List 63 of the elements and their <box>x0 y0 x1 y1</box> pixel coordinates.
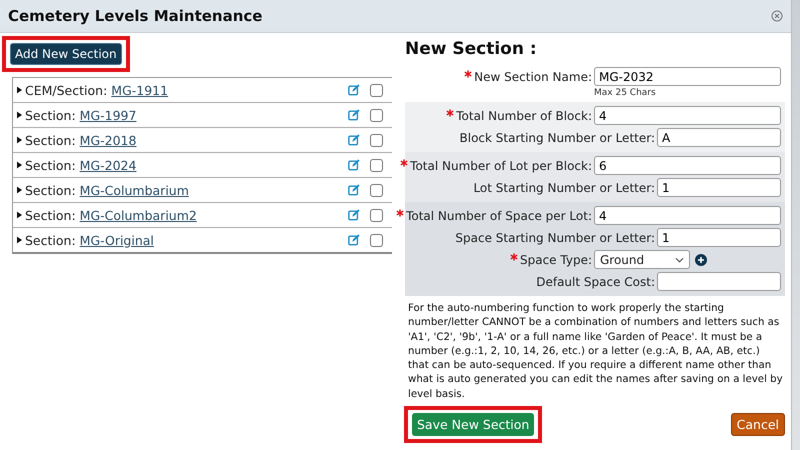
input-field[interactable]: A <box>657 128 781 147</box>
section-label: Section: <box>25 158 76 172</box>
checkbox[interactable] <box>370 84 383 96</box>
input-field[interactable]: 1 <box>657 228 781 247</box>
expand-icon[interactable] <box>17 111 22 119</box>
input-field[interactable]: MG-2032 <box>594 67 781 86</box>
add-icon[interactable] <box>695 254 707 266</box>
checkbox[interactable] <box>370 234 383 246</box>
field-label: Default Space Cost: <box>536 275 655 289</box>
input-field[interactable] <box>657 272 781 291</box>
section-link[interactable]: MG-1911 <box>111 82 168 98</box>
field-label: Total Number of Block: <box>456 109 592 123</box>
section-label: Section: <box>25 132 76 148</box>
edit-icon[interactable] <box>348 234 360 246</box>
input-field[interactable]: 4 <box>594 206 781 225</box>
field-hint: Max 25 Chars <box>594 88 656 98</box>
add-section-button[interactable]: Add New Section <box>10 43 122 65</box>
edit-icon[interactable] <box>348 159 360 171</box>
section-label: Section: <box>25 208 76 222</box>
close-icon[interactable] <box>771 10 783 22</box>
expand-icon[interactable] <box>17 211 22 219</box>
save-section-button[interactable]: Save New Section <box>412 413 534 436</box>
field-label: Block Starting Number or Letter: <box>460 131 655 145</box>
chevron-down-icon <box>675 256 684 262</box>
field-label: Space Type: <box>520 253 592 267</box>
section-link[interactable]: MG-2018 <box>80 132 136 148</box>
edit-icon[interactable] <box>348 209 360 221</box>
expand-icon[interactable] <box>17 136 22 144</box>
cancel-button[interactable]: Cancel <box>730 413 785 436</box>
field-label: Lot Starting Number or Letter: <box>473 181 655 195</box>
expand-icon[interactable] <box>17 161 22 169</box>
edit-icon[interactable] <box>348 134 360 146</box>
expand-icon[interactable] <box>17 86 22 94</box>
field-label: New Section Name: <box>474 70 592 84</box>
checkbox[interactable] <box>370 158 383 172</box>
section-label: Section: <box>25 232 76 248</box>
section-link[interactable]: MG-1997 <box>80 108 136 122</box>
section-link[interactable]: MG-Columbarium <box>80 182 189 198</box>
space-type-dropdown[interactable]: Ground <box>594 250 690 269</box>
window-title: Cemetery Levels Maintenance <box>8 7 262 25</box>
section-link[interactable]: MG-Columbarium2 <box>80 208 197 222</box>
checkbox[interactable] <box>370 208 383 222</box>
edit-icon[interactable] <box>348 84 360 96</box>
field-label: Total Number of Space per Lot: <box>406 209 592 223</box>
checkbox[interactable] <box>370 134 383 146</box>
form-title: New Section : <box>405 39 538 59</box>
input-field[interactable]: 1 <box>657 178 781 197</box>
section-label: Section: <box>25 182 76 198</box>
section-label: Section: <box>25 108 76 122</box>
section-link[interactable]: MG-2024 <box>80 158 136 172</box>
field-label: Total Number of Lot per Block: <box>410 159 592 173</box>
section-link[interactable]: MG-Original <box>80 232 154 248</box>
input-field[interactable]: 6 <box>594 156 781 175</box>
edit-icon[interactable] <box>348 184 360 196</box>
section-label: CEM/Section: <box>25 82 108 98</box>
edit-icon[interactable] <box>348 109 360 121</box>
checkbox[interactable] <box>370 108 383 122</box>
field-label: Space Starting Number or Letter: <box>455 231 655 245</box>
instructions-text: For the auto-numbering function to work properly the starting number/letter CANNOT be a combination of numbers and letters such as 'A1', 'C2', '9b', '1-A' or a full name like 'Garden of Peace'. It must be a number (e.g.:1, 2, 10, 14, 26, etc.) or a letter (e.g.:A, B, AA, AB, etc.) that can be auto-sequenced. If you require a different name other than what is auto generated you can edit the names after saving on a level by level basis. <box>408 302 783 402</box>
checkbox[interactable] <box>370 184 383 196</box>
input-field[interactable]: 4 <box>594 106 781 125</box>
expand-icon[interactable] <box>17 186 22 194</box>
expand-icon[interactable] <box>17 236 22 244</box>
